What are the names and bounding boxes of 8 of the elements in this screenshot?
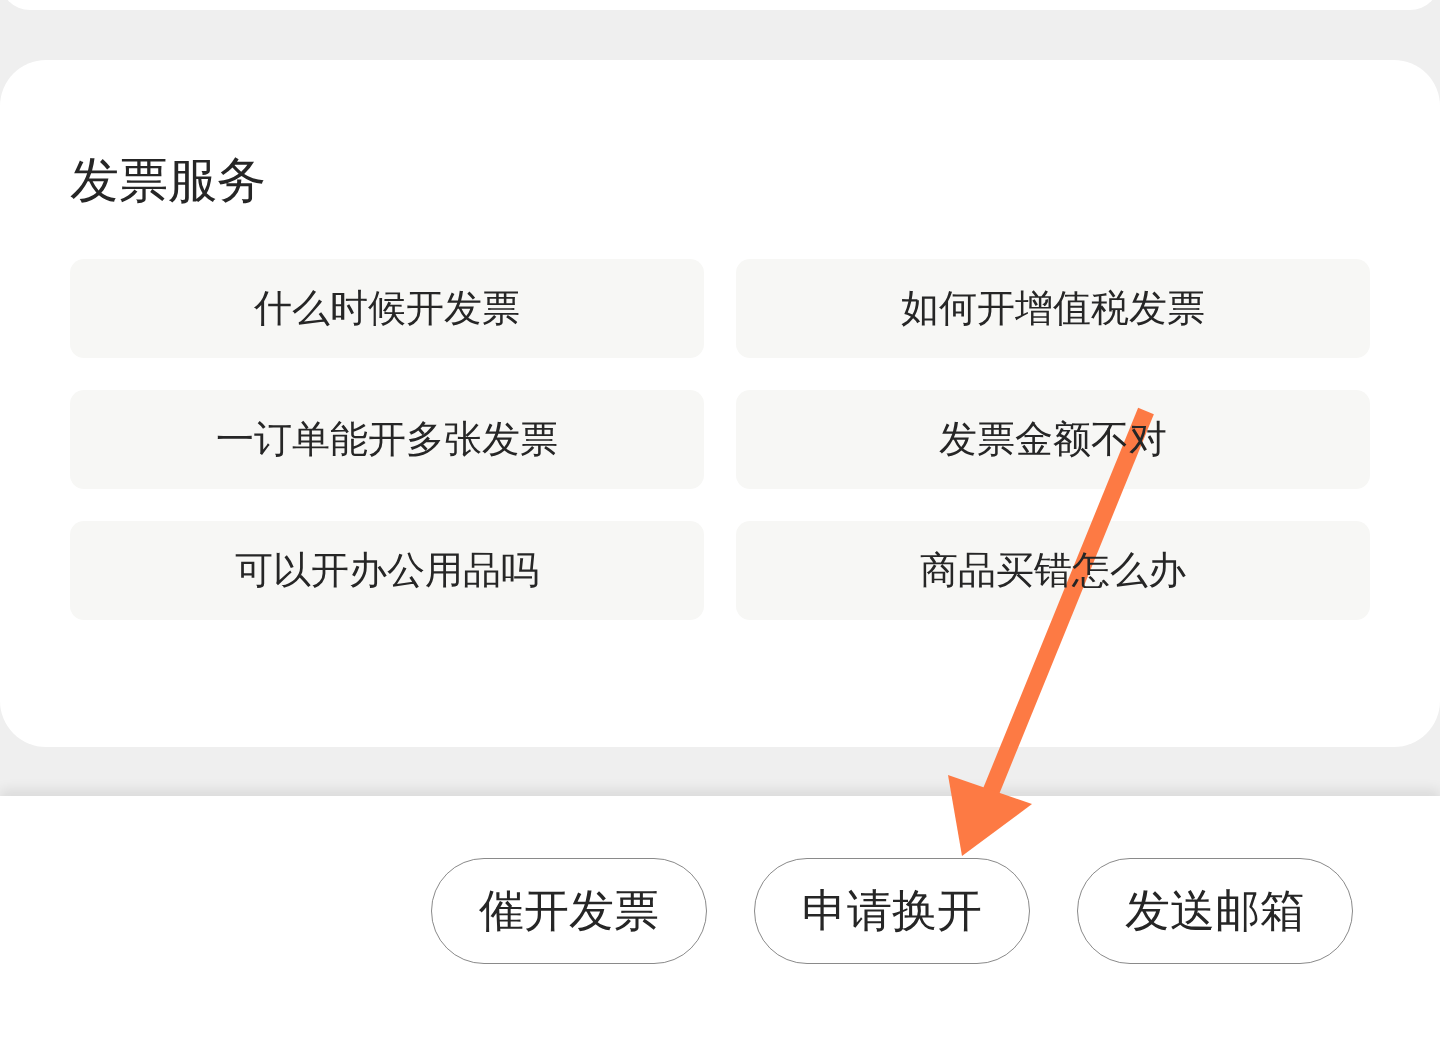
faq-button[interactable]: 可以开办公用品吗 (70, 521, 704, 620)
section-title: 发票服务 (70, 153, 267, 209)
faq-button[interactable]: 一订单能开多张发票 (70, 390, 704, 489)
action-button[interactable]: 申请换开 (754, 858, 1030, 964)
faq-button[interactable]: 如何开增值税发票 (736, 259, 1370, 358)
faq-button[interactable]: 什么时候开发票 (70, 259, 704, 358)
action-button[interactable]: 发送邮箱 (1077, 858, 1353, 964)
action-button[interactable]: 催开发票 (431, 858, 707, 964)
